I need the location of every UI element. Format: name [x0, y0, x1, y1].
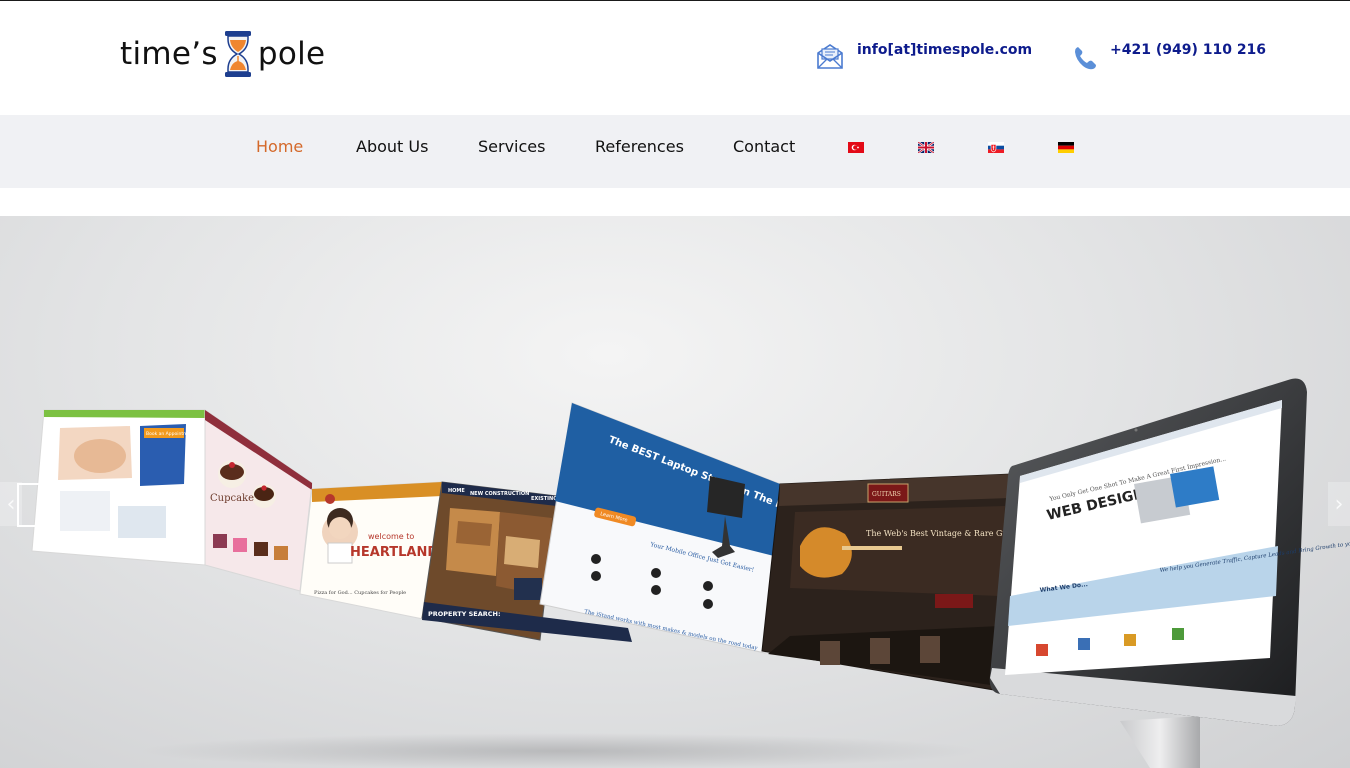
header-spacer	[0, 188, 1350, 216]
slide-cupcake-page: Cupcake	[204, 409, 313, 592]
email-contact[interactable]: info[at]timespole.com	[815, 41, 1032, 71]
slovak-flag-icon[interactable]	[988, 142, 1004, 153]
heartland-tagline: Pizza for God... Cupcakes for People	[314, 590, 406, 596]
chevron-left-icon: ‹	[6, 491, 16, 517]
guitar-brand: GUITARS	[872, 491, 901, 498]
slide-guitar-page: GUITARS The Web's Best Vintage & Rare Gu…	[761, 473, 1026, 692]
site-logo[interactable]: time’s pole	[120, 29, 325, 79]
main-nav: Home About Us Services References Contac…	[0, 115, 1350, 188]
guitar-title: The Web's Best Vintage & Rare Guitars	[866, 529, 1026, 538]
envelope-icon	[817, 44, 843, 69]
realty-nav-home: HOME	[448, 488, 465, 494]
nav-item-about-us[interactable]: About Us	[356, 137, 428, 157]
logo-text-right: pole	[257, 35, 326, 72]
slide-heartland-page: welcome to HEARTLAND Pizza for God... Cu…	[299, 481, 443, 621]
slider-next-button[interactable]: ›	[1328, 482, 1350, 526]
realty-search-text: PROPERTY SEARCH:	[428, 610, 501, 618]
heartland-small-text: welcome to	[368, 532, 414, 541]
hero-illustration: Book an Appointment Cupcake welcome to H…	[17, 378, 1350, 768]
hourglass-icon	[224, 31, 251, 77]
german-flag-icon[interactable]	[1058, 142, 1074, 153]
phone-contact[interactable]: +421 (949) 110 216	[1072, 41, 1266, 73]
site-header: time’s pole info[at]timespole.com +421 (…	[0, 1, 1350, 115]
nav-item-contact[interactable]: Contact	[733, 137, 795, 157]
nav-item-home[interactable]: Home	[256, 137, 303, 157]
email-text[interactable]: info[at]timespole.com	[857, 40, 1032, 60]
nav-item-services[interactable]: Services	[478, 137, 545, 157]
phone-text[interactable]: +421 (949) 110 216	[1110, 40, 1266, 60]
logo-text-left: time’s	[120, 35, 218, 72]
slide-spa-page: Book an Appointment	[17, 409, 206, 566]
slider-prev-button[interactable]: ‹	[0, 482, 22, 526]
heartland-title: HEARTLAND	[350, 545, 438, 560]
realty-nav-newcon: NEW CONSTRUCTION	[470, 491, 529, 497]
floor-shadow	[140, 733, 980, 768]
realty-nav-existing: EXISTING	[531, 496, 557, 502]
cupcake-text: Cupcake	[210, 493, 254, 504]
phone-icon	[1075, 47, 1096, 70]
uk-flag-icon[interactable]	[918, 142, 934, 153]
spa-button-text: Book an Appointment	[146, 431, 195, 437]
chevron-right-icon: ›	[1334, 491, 1344, 517]
monitor-device: You Only Get One Shot To Make A Great Fi…	[989, 378, 1350, 768]
hero-slider: Book an Appointment Cupcake welcome to H…	[0, 216, 1350, 768]
nav-item-references[interactable]: References	[595, 137, 684, 157]
turkish-flag-icon[interactable]	[848, 142, 864, 153]
